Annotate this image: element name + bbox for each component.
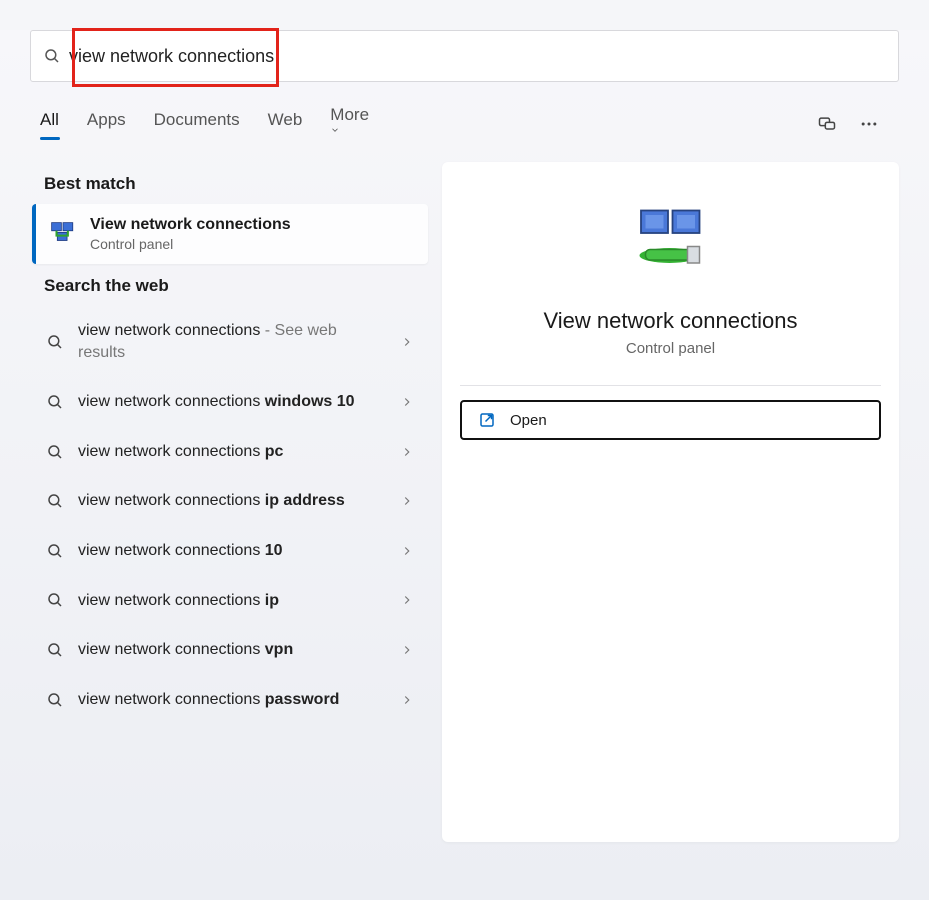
web-suggestion[interactable]: view network connections vpn bbox=[30, 625, 428, 675]
web-suggestion[interactable]: view network connections password bbox=[30, 675, 428, 725]
tab-web[interactable]: Web bbox=[268, 110, 303, 138]
preview-panel: View network connections Control panel O… bbox=[442, 162, 899, 842]
network-connections-icon bbox=[50, 221, 76, 247]
chat-icon[interactable] bbox=[817, 114, 837, 134]
search-icon bbox=[46, 393, 64, 411]
chevron-right-icon bbox=[400, 445, 414, 459]
suggestion-text: view network connections ip address bbox=[78, 490, 386, 512]
search-bar[interactable] bbox=[30, 30, 899, 82]
suggestion-text: view network connections pc bbox=[78, 441, 386, 463]
suggestion-text: view network connections - See web resul… bbox=[78, 320, 386, 363]
tab-apps[interactable]: Apps bbox=[87, 110, 126, 138]
chevron-right-icon bbox=[400, 395, 414, 409]
web-suggestions-list: view network connections - See web resul… bbox=[30, 306, 428, 724]
results-column: Best match View network connections Cont… bbox=[30, 162, 428, 842]
suggestion-text: view network connections vpn bbox=[78, 639, 386, 661]
best-match-title: View network connections bbox=[90, 216, 414, 234]
search-input[interactable] bbox=[69, 46, 886, 67]
search-icon bbox=[46, 591, 64, 609]
suggestion-text: view network connections 10 bbox=[78, 540, 386, 562]
search-icon bbox=[46, 492, 64, 510]
chevron-right-icon bbox=[400, 335, 414, 349]
search-icon bbox=[46, 443, 64, 461]
chevron-right-icon bbox=[400, 643, 414, 657]
tab-all[interactable]: All bbox=[40, 110, 59, 138]
divider bbox=[460, 385, 881, 386]
tab-more-label: More bbox=[330, 105, 369, 124]
search-icon bbox=[46, 333, 64, 351]
web-suggestion[interactable]: view network connections 10 bbox=[30, 526, 428, 576]
preview-title: View network connections bbox=[544, 308, 798, 334]
suggestion-text: view network connections windows 10 bbox=[78, 391, 386, 413]
tab-more[interactable]: More bbox=[330, 105, 373, 143]
web-suggestion[interactable]: view network connections pc bbox=[30, 427, 428, 477]
best-match-subtitle: Control panel bbox=[90, 236, 414, 252]
start-search-window: All Apps Documents Web More Best match bbox=[0, 30, 929, 900]
best-match-result[interactable]: View network connections Control panel bbox=[32, 204, 428, 264]
search-icon bbox=[46, 641, 64, 659]
open-button-label: Open bbox=[510, 412, 547, 429]
search-icon bbox=[43, 47, 61, 65]
suggestion-text: view network connections password bbox=[78, 689, 386, 711]
chevron-right-icon bbox=[400, 494, 414, 508]
filter-tabs: All Apps Documents Web More bbox=[40, 105, 817, 143]
network-connections-icon bbox=[631, 202, 711, 282]
search-icon bbox=[46, 542, 64, 560]
web-suggestion[interactable]: view network connections - See web resul… bbox=[30, 306, 428, 377]
more-options-icon[interactable] bbox=[859, 114, 879, 134]
search-icon bbox=[46, 691, 64, 709]
open-button[interactable]: Open bbox=[460, 400, 881, 440]
web-suggestion[interactable]: view network connections ip address bbox=[30, 476, 428, 526]
chevron-right-icon bbox=[400, 544, 414, 558]
filter-tabs-row: All Apps Documents Web More bbox=[40, 104, 899, 144]
best-match-header: Best match bbox=[44, 174, 428, 194]
web-suggestion[interactable]: view network connections windows 10 bbox=[30, 377, 428, 427]
preview-subtitle: Control panel bbox=[626, 340, 715, 357]
web-suggestion[interactable]: view network connections ip bbox=[30, 576, 428, 626]
chevron-right-icon bbox=[400, 593, 414, 607]
suggestion-text: view network connections ip bbox=[78, 590, 386, 612]
chevron-right-icon bbox=[400, 693, 414, 707]
chevron-down-icon bbox=[330, 125, 373, 135]
search-web-header: Search the web bbox=[44, 276, 428, 296]
tab-documents[interactable]: Documents bbox=[154, 110, 240, 138]
open-external-icon bbox=[478, 411, 496, 429]
